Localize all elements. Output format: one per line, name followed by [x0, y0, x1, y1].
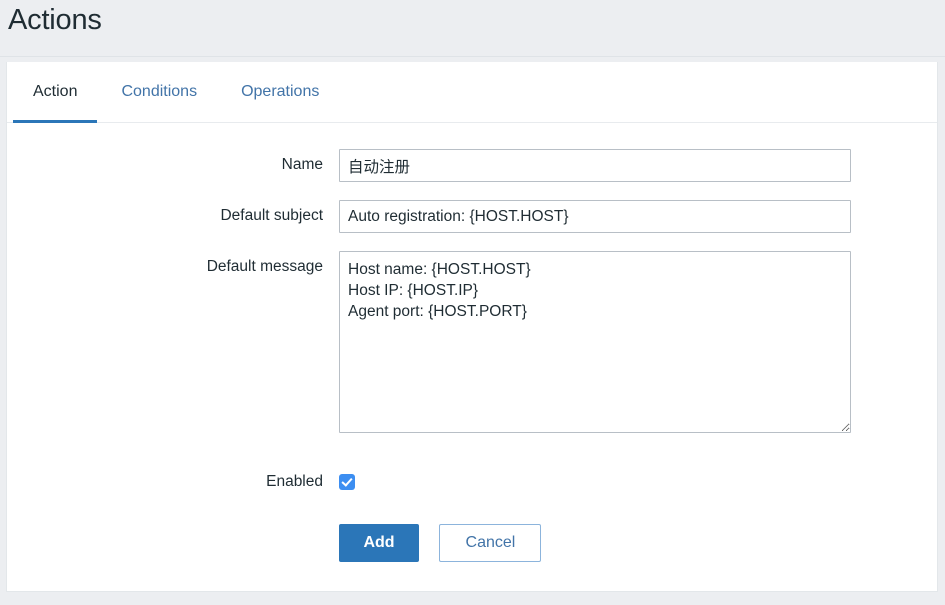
form-row-default-subject: Default subject — [7, 200, 937, 233]
default-subject-label: Default subject — [220, 207, 323, 224]
tab-operations-label: Operations — [241, 83, 320, 100]
tab-action-label: Action — [33, 83, 78, 100]
name-field-wrap — [339, 149, 937, 182]
default-message-textarea[interactable]: Host name: {HOST.HOST} Host IP: {HOST.IP… — [339, 251, 851, 433]
name-label: Name — [281, 156, 323, 173]
header-divider — [0, 56, 945, 57]
page-title: Actions — [8, 4, 102, 36]
tab-action[interactable]: Action — [11, 62, 99, 123]
form-row-default-message: Default message Host name: {HOST.HOST} H… — [7, 251, 937, 438]
form-row-buttons: Add Cancel — [7, 524, 937, 562]
form-row-name: Name — [7, 149, 937, 182]
default-message-label: Default message — [206, 258, 323, 275]
action-form-card: Action Conditions Operations Name Defaul… — [6, 62, 938, 592]
cancel-button[interactable]: Cancel — [439, 524, 542, 562]
page-header: Actions — [0, 0, 945, 56]
buttons-wrap: Add Cancel — [339, 524, 937, 562]
enabled-checkbox[interactable] — [339, 474, 355, 490]
default-subject-field-wrap — [339, 200, 937, 233]
tab-conditions[interactable]: Conditions — [99, 62, 219, 122]
default-subject-input[interactable] — [339, 200, 851, 233]
form-row-enabled: Enabled — [7, 466, 937, 498]
enabled-field-wrap — [339, 466, 937, 490]
tab-operations[interactable]: Operations — [219, 62, 341, 122]
tab-conditions-label: Conditions — [121, 83, 198, 100]
add-button[interactable]: Add — [339, 524, 419, 562]
default-message-field-wrap: Host name: {HOST.HOST} Host IP: {HOST.IP… — [339, 251, 937, 438]
action-form: Name Default subject Default message Hos… — [7, 123, 937, 562]
name-input[interactable] — [339, 149, 851, 182]
enabled-label: Enabled — [266, 473, 323, 490]
tab-bar: Action Conditions Operations — [7, 62, 937, 123]
